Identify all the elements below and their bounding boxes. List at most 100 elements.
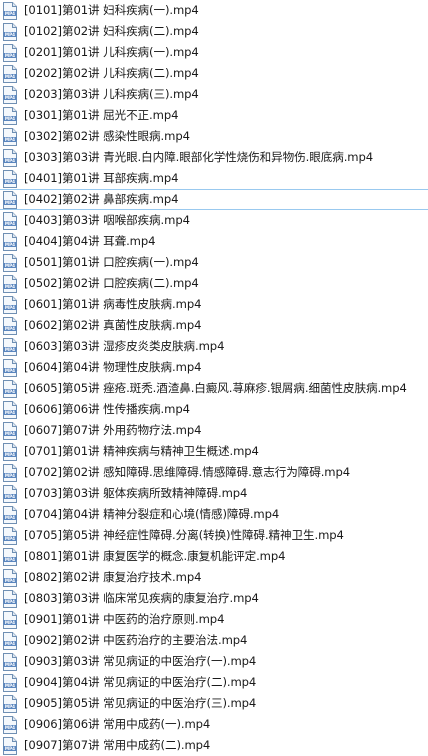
mp4-icon-label: MP4 (5, 746, 15, 751)
mp4-icon-label: MP4 (5, 74, 15, 79)
mp4-video-file-icon: MP4 (2, 43, 18, 62)
mp4-video-file-icon: MP4 (2, 652, 18, 671)
mp4-video-file-icon: MP4 (2, 589, 18, 608)
mp4-icon-label: MP4 (5, 494, 15, 499)
file-name: [0101]第01讲 妇科疾病(一).mp4 (24, 3, 199, 17)
file-row[interactable]: MP4 [0903]第03讲 常见病证的中医治疗(一).mp4 (0, 651, 428, 672)
mp4-icon-label: MP4 (5, 32, 15, 37)
mp4-icon-label: MP4 (5, 116, 15, 121)
file-row[interactable]: MP4 [0101]第01讲 妇科疾病(一).mp4 (0, 0, 428, 21)
file-row[interactable]: MP4 [0201]第01讲 儿科疾病(一).mp4 (0, 42, 428, 63)
file-row[interactable]: MP4 [0705]第05讲 神经症性障碍.分离(转换)性障碍.精神卫生.mp4 (0, 525, 428, 546)
file-row[interactable]: MP4 [0603]第03讲 湿疹皮炎类皮肤病.mp4 (0, 336, 428, 357)
file-row[interactable]: MP4 [0904]第04讲 常见病证的中医治疗(二).mp4 (0, 672, 428, 693)
file-row[interactable]: MP4 [0902]第02讲 中医药治疗的主要治法.mp4 (0, 630, 428, 651)
mp4-video-file-icon: MP4 (2, 316, 18, 335)
file-row[interactable]: MP4 [0601]第01讲 病毒性皮肤病.mp4 (0, 294, 428, 315)
mp4-icon-label: MP4 (5, 242, 15, 247)
mp4-video-file-icon: MP4 (2, 85, 18, 104)
mp4-icon-label: MP4 (5, 95, 15, 100)
file-name: [0903]第03讲 常见病证的中医治疗(一).mp4 (24, 654, 257, 668)
mp4-video-file-icon: MP4 (2, 295, 18, 314)
file-row[interactable]: MP4 [0906]第06讲 常用中成药(一).mp4 (0, 714, 428, 735)
file-row[interactable]: MP4 [0403]第03讲 咽喉部疾病.mp4 (0, 210, 428, 231)
file-name: [0607]第07讲 外用药物疗法.mp4 (24, 423, 202, 437)
mp4-video-file-icon: MP4 (2, 442, 18, 461)
file-row[interactable]: MP4 [0301]第01讲 屈光不正.mp4 (0, 105, 428, 126)
file-row[interactable]: MP4 [0302]第02讲 感染性眼病.mp4 (0, 126, 428, 147)
file-name: [0605]第05讲 痤疮.斑秃.酒渣鼻.白癜风.荨麻疹.银屑病.细菌性皮肤病.… (24, 381, 407, 395)
file-row[interactable]: MP4 [0501]第01讲 口腔疾病(一).mp4 (0, 252, 428, 273)
mp4-icon-label: MP4 (5, 137, 15, 142)
mp4-icon-label: MP4 (5, 200, 15, 205)
mp4-video-file-icon: MP4 (2, 715, 18, 734)
mp4-video-file-icon: MP4 (2, 169, 18, 188)
mp4-icon-label: MP4 (5, 704, 15, 709)
mp4-video-file-icon: MP4 (2, 631, 18, 650)
file-row[interactable]: MP4 [0703]第03讲 躯体疾病所致精神障碍.mp4 (0, 483, 428, 504)
mp4-video-file-icon: MP4 (2, 379, 18, 398)
mp4-icon-label: MP4 (5, 326, 15, 331)
file-name: [0801]第01讲 康复医学的概念.康复机能评定.mp4 (24, 549, 286, 563)
file-row[interactable]: MP4 [0202]第02讲 儿科疾病(二).mp4 (0, 63, 428, 84)
file-name: [0302]第02讲 感染性眼病.mp4 (24, 129, 190, 143)
mp4-video-file-icon: MP4 (2, 358, 18, 377)
file-row[interactable]: MP4 [0606]第06讲 性传播疾病.mp4 (0, 399, 428, 420)
file-name: [0403]第03讲 咽喉部疾病.mp4 (24, 213, 190, 227)
mp4-video-file-icon: MP4 (2, 421, 18, 440)
file-row[interactable]: MP4 [0803]第03讲 临床常见疾病的康复治疗.mp4 (0, 588, 428, 609)
file-row[interactable]: MP4 [0303]第03讲 青光眼.白内障.眼部化学性烧伤和异物伤.眼底病.mp… (0, 147, 428, 168)
mp4-icon-label: MP4 (5, 389, 15, 394)
file-row[interactable]: MP4 [0604]第04讲 物理性皮肤病.mp4 (0, 357, 428, 378)
file-name: [0604]第04讲 物理性皮肤病.mp4 (24, 360, 202, 374)
mp4-icon-label: MP4 (5, 221, 15, 226)
mp4-icon-label: MP4 (5, 410, 15, 415)
mp4-icon-label: MP4 (5, 557, 15, 562)
file-name: [0303]第03讲 青光眼.白内障.眼部化学性烧伤和异物伤.眼底病.mp4 (24, 150, 374, 164)
file-name: [0202]第02讲 儿科疾病(二).mp4 (24, 66, 199, 80)
file-row[interactable]: MP4 [0704]第04讲 精神分裂症和心境(情感)障碍.mp4 (0, 504, 428, 525)
mp4-video-file-icon: MP4 (2, 505, 18, 524)
file-row[interactable]: MP4 [0402]第02讲 鼻部疾病.mp4 (0, 189, 428, 210)
mp4-icon-label: MP4 (5, 725, 15, 730)
mp4-video-file-icon: MP4 (2, 64, 18, 83)
mp4-icon-label: MP4 (5, 620, 15, 625)
mp4-icon-label: MP4 (5, 515, 15, 520)
mp4-video-file-icon: MP4 (2, 148, 18, 167)
file-row[interactable]: MP4 [0502]第02讲 口腔疾病(二).mp4 (0, 273, 428, 294)
file-name: [0904]第04讲 常见病证的中医治疗(二).mp4 (24, 675, 257, 689)
mp4-video-file-icon: MP4 (2, 568, 18, 587)
mp4-icon-label: MP4 (5, 11, 15, 16)
file-row[interactable]: MP4 [0602]第02讲 真菌性皮肤病.mp4 (0, 315, 428, 336)
file-name: [0701]第01讲 精神疾病与精神卫生概述.mp4 (24, 444, 259, 458)
file-name: [0301]第01讲 屈光不正.mp4 (24, 108, 179, 122)
file-row[interactable]: MP4 [0901]第01讲 中医药的治疗原则.mp4 (0, 609, 428, 630)
file-row[interactable]: MP4 [0401]第01讲 耳部疾病.mp4 (0, 168, 428, 189)
file-row[interactable]: MP4 [0203]第03讲 儿科疾病(三).mp4 (0, 84, 428, 105)
mp4-video-file-icon: MP4 (2, 127, 18, 146)
file-row[interactable]: MP4 [0801]第01讲 康复医学的概念.康复机能评定.mp4 (0, 546, 428, 567)
mp4-icon-label: MP4 (5, 473, 15, 478)
mp4-video-file-icon: MP4 (2, 22, 18, 41)
mp4-video-file-icon: MP4 (2, 484, 18, 503)
mp4-video-file-icon: MP4 (2, 463, 18, 482)
file-row[interactable]: MP4 [0607]第07讲 外用药物疗法.mp4 (0, 420, 428, 441)
file-row[interactable]: MP4 [0102]第02讲 妇科疾病(二).mp4 (0, 21, 428, 42)
file-row[interactable]: MP4 [0605]第05讲 痤疮.斑秃.酒渣鼻.白癜风.荨麻疹.银屑病.细菌性皮… (0, 378, 428, 399)
file-row[interactable]: MP4 [0701]第01讲 精神疾病与精神卫生概述.mp4 (0, 441, 428, 462)
mp4-icon-label: MP4 (5, 599, 15, 604)
file-row[interactable]: MP4 [0702]第02讲 感知障碍.思维障碍.情感障碍.意志行为障碍.mp4 (0, 462, 428, 483)
file-name: [0606]第06讲 性传播疾病.mp4 (24, 402, 190, 416)
file-row[interactable]: MP4 [0905]第05讲 常见病证的中医治疗(三).mp4 (0, 693, 428, 714)
file-row[interactable]: MP4 [0404]第04讲 耳聋.mp4 (0, 231, 428, 252)
file-row[interactable]: MP4 [0907]第07讲 常用中成药(二).mp4 (0, 735, 428, 756)
mp4-video-file-icon: MP4 (2, 694, 18, 713)
mp4-icon-label: MP4 (5, 158, 15, 163)
mp4-video-file-icon: MP4 (2, 253, 18, 272)
mp4-icon-label: MP4 (5, 53, 15, 58)
file-name: [0906]第06讲 常用中成药(一).mp4 (24, 717, 211, 731)
file-row[interactable]: MP4 [0802]第02讲 康复治疗技术.mp4 (0, 567, 428, 588)
mp4-video-file-icon: MP4 (2, 610, 18, 629)
mp4-video-file-icon: MP4 (2, 211, 18, 230)
mp4-icon-label: MP4 (5, 305, 15, 310)
